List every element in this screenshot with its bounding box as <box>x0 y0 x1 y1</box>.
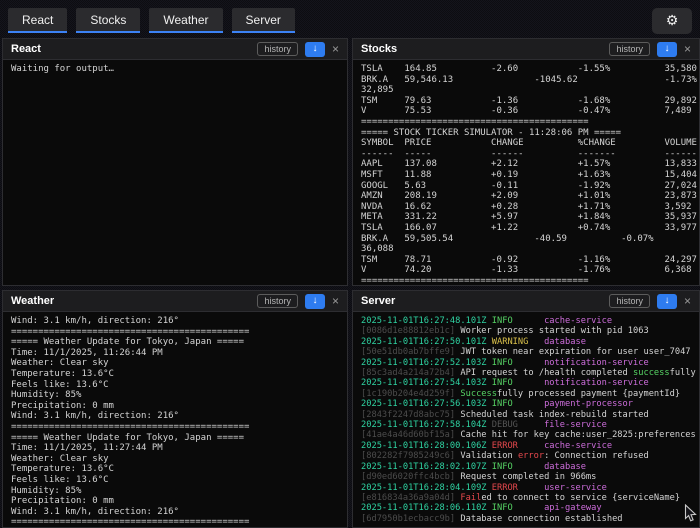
panel-stocks-header: Stocks history ↓ × <box>353 39 699 60</box>
close-icon[interactable]: × <box>684 43 691 55</box>
tab-react[interactable]: React <box>8 8 68 33</box>
panel-title: Server <box>361 295 396 307</box>
react-output[interactable]: Waiting for output… <box>3 60 347 285</box>
download-icon: ↓ <box>664 295 670 306</box>
panel-weather: Weather history ↓ × Wind: 3.1 km/h, dire… <box>2 290 348 528</box>
panel-weather-header: Weather history ↓ × <box>3 291 347 312</box>
panel-title: Stocks <box>361 43 398 55</box>
download-button[interactable]: ↓ <box>304 41 325 57</box>
tab-server[interactable]: Server <box>231 8 295 33</box>
panel-react: React history ↓ × Waiting for output… <box>2 38 348 286</box>
server-log[interactable]: 2025-11-01T16:27:48.101Z INFO cache-serv… <box>353 312 699 527</box>
panel-stocks: Stocks history ↓ × TSLA 164.85 -2.60 -1.… <box>352 38 700 286</box>
tab-stocks[interactable]: Stocks <box>76 8 141 33</box>
download-icon: ↓ <box>312 43 318 54</box>
weather-output[interactable]: Wind: 3.1 km/h, direction: 216° ========… <box>3 312 347 527</box>
history-button[interactable]: history <box>609 42 650 56</box>
close-icon[interactable]: × <box>332 43 339 55</box>
history-button[interactable]: history <box>257 42 298 56</box>
gear-icon: ⚙ <box>665 12 679 29</box>
app-window: React Stocks Weather Server ⚙ React hist… <box>0 0 700 528</box>
download-button[interactable]: ↓ <box>304 293 325 309</box>
panel-grid: React history ↓ × Waiting for output… St… <box>0 36 700 528</box>
download-icon: ↓ <box>664 43 670 54</box>
history-button[interactable]: history <box>609 294 650 308</box>
close-icon[interactable]: × <box>332 295 339 307</box>
stocks-output[interactable]: TSLA 164.85 -2.60 -1.55% 35,580 BRK.A 59… <box>353 60 699 285</box>
settings-button[interactable]: ⚙ <box>652 7 692 34</box>
panel-server-header: Server history ↓ × <box>353 291 699 312</box>
tab-bar: React Stocks Weather Server ⚙ <box>0 0 700 36</box>
close-icon[interactable]: × <box>684 295 691 307</box>
download-button[interactable]: ↓ <box>656 293 677 309</box>
panel-react-header: React history ↓ × <box>3 39 347 60</box>
panel-server: Server history ↓ × 2025-11-01T16:27:48.1… <box>352 290 700 528</box>
panel-title: Weather <box>11 295 55 307</box>
history-button[interactable]: history <box>257 294 298 308</box>
tab-weather[interactable]: Weather <box>149 8 223 33</box>
panel-title: React <box>11 43 41 55</box>
download-button[interactable]: ↓ <box>656 41 677 57</box>
download-icon: ↓ <box>312 295 318 306</box>
